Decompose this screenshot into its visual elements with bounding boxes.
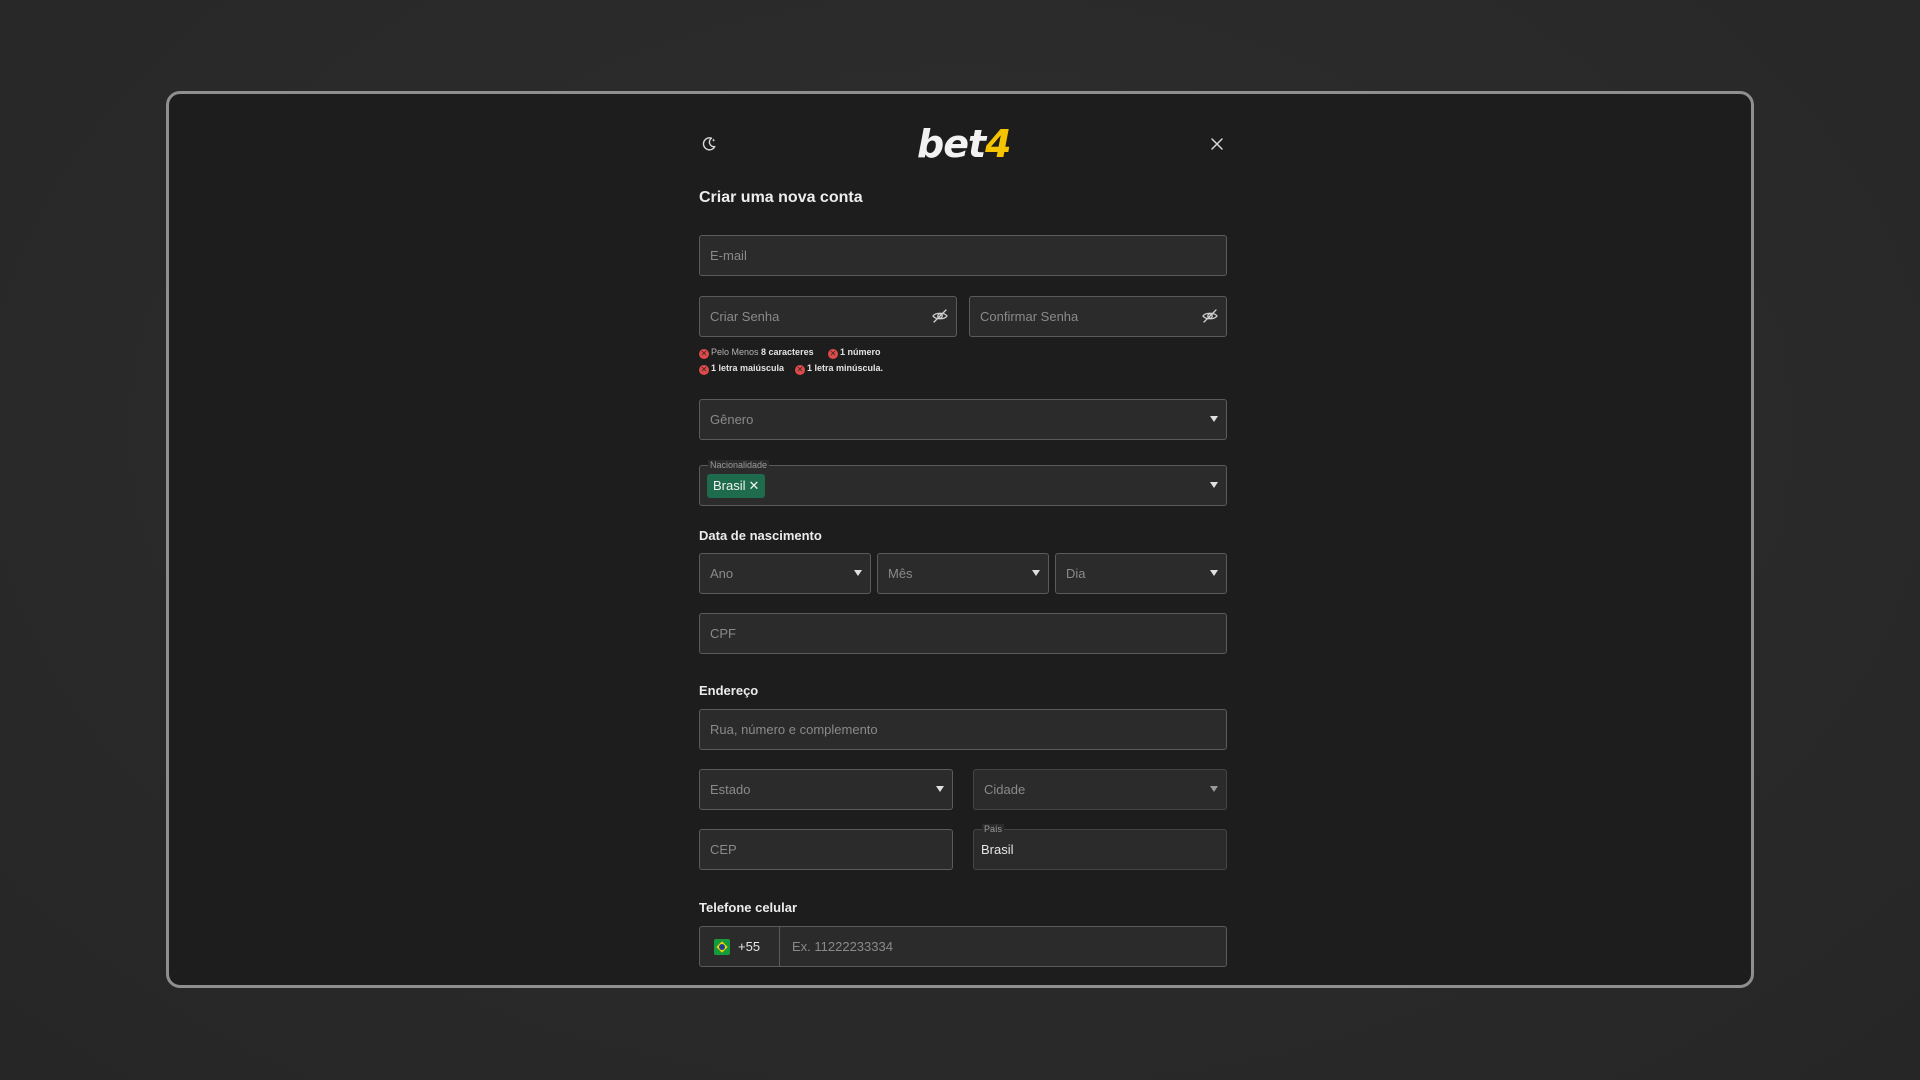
error-icon: ✕ xyxy=(699,349,709,359)
rule-text: 1 número xyxy=(840,347,881,357)
remove-chip-icon[interactable]: ✕ xyxy=(749,478,760,493)
chevron-down-icon xyxy=(1210,786,1218,792)
phone-label: Telefone celular xyxy=(699,900,798,915)
page-title: Criar uma nova conta xyxy=(699,189,863,206)
birth-date-label: Data de nascimento xyxy=(699,528,822,543)
signup-form: bet4 Criar uma nova conta E-mail Criar S… xyxy=(699,94,1227,985)
city-select[interactable]: Cidade xyxy=(973,769,1227,810)
address-label: Endereço xyxy=(699,683,759,698)
country-code: +55 xyxy=(738,939,761,954)
password-field[interactable]: Criar Senha xyxy=(699,296,957,337)
country-code-select[interactable]: +55 xyxy=(700,927,780,966)
street-placeholder: Rua, número e complemento xyxy=(710,722,878,737)
chevron-down-icon xyxy=(936,786,944,792)
chevron-down-icon xyxy=(1210,416,1218,422)
phone-placeholder: Ex. 11222233334 xyxy=(792,939,893,954)
chevron-down-icon xyxy=(1210,482,1218,488)
rule-prefix: Pelo Menos xyxy=(711,347,762,357)
password-rule: ✕ 1 letra minúscula. xyxy=(795,362,883,375)
nationality-chip: Brasil ✕ xyxy=(707,474,766,498)
logo-number: 4 xyxy=(985,122,1011,166)
country-value: Brasil xyxy=(981,842,1014,857)
birth-month-select[interactable]: Mês xyxy=(877,553,1049,594)
phone-field[interactable]: +55 Ex. 11222233334 xyxy=(699,926,1227,967)
chevron-down-icon xyxy=(854,570,862,576)
city-placeholder: Cidade xyxy=(984,782,1026,797)
error-icon: ✕ xyxy=(795,365,805,375)
country-field: País Brasil xyxy=(973,824,1227,870)
password-rule: ✕ 1 número xyxy=(828,346,881,359)
gender-placeholder: Gênero xyxy=(710,412,754,427)
signup-modal: bet4 Criar uma nova conta E-mail Criar S… xyxy=(166,91,1754,988)
logo-text: bet xyxy=(917,122,986,166)
email-field[interactable]: E-mail xyxy=(699,235,1227,276)
error-icon: ✕ xyxy=(828,349,838,359)
state-select[interactable]: Estado xyxy=(699,769,953,810)
password-placeholder: Criar Senha xyxy=(710,309,780,324)
cpf-placeholder: CPF xyxy=(710,626,736,641)
gender-select[interactable]: Gênero xyxy=(699,399,1227,440)
chip-label: Brasil xyxy=(713,478,746,493)
brazil-flag-icon xyxy=(714,939,730,955)
brand-logo[interactable]: bet4 xyxy=(917,122,1012,166)
month-placeholder: Mês xyxy=(888,566,913,581)
zip-placeholder: CEP xyxy=(710,842,737,857)
password-rule: ✕ 1 letra maiúscula xyxy=(699,362,784,375)
eye-off-icon[interactable] xyxy=(931,307,949,325)
moon-icon[interactable] xyxy=(699,134,719,154)
chevron-down-icon xyxy=(1210,570,1218,576)
day-placeholder: Dia xyxy=(1066,566,1086,581)
street-field[interactable]: Rua, número e complemento xyxy=(699,709,1227,750)
rule-text: 1 letra maiúscula xyxy=(711,363,785,373)
confirm-password-placeholder: Confirmar Senha xyxy=(980,309,1079,324)
cpf-field[interactable]: CPF xyxy=(699,613,1227,654)
confirm-password-field[interactable]: Confirmar Senha xyxy=(969,296,1227,337)
email-placeholder: E-mail xyxy=(710,248,747,263)
password-rule: ✕ Pelo Menos 8 caracteres xyxy=(699,346,814,359)
year-placeholder: Ano xyxy=(710,566,734,581)
birth-day-select[interactable]: Dia xyxy=(1055,553,1227,594)
birth-year-select[interactable]: Ano xyxy=(699,553,871,594)
modal-header: bet4 xyxy=(699,122,1227,166)
rule-text: 8 caracteres xyxy=(761,347,814,357)
close-icon[interactable] xyxy=(1207,134,1227,154)
rule-text: 1 letra minúscula. xyxy=(807,363,884,373)
state-placeholder: Estado xyxy=(710,782,751,797)
chevron-down-icon xyxy=(1032,570,1040,576)
error-icon: ✕ xyxy=(699,365,709,375)
eye-off-icon[interactable] xyxy=(1201,307,1219,325)
nationality-label: Nacionalidade xyxy=(708,460,770,470)
zip-field[interactable]: CEP xyxy=(699,829,953,870)
nationality-select[interactable]: Nacionalidade Brasil ✕ xyxy=(699,460,1227,506)
